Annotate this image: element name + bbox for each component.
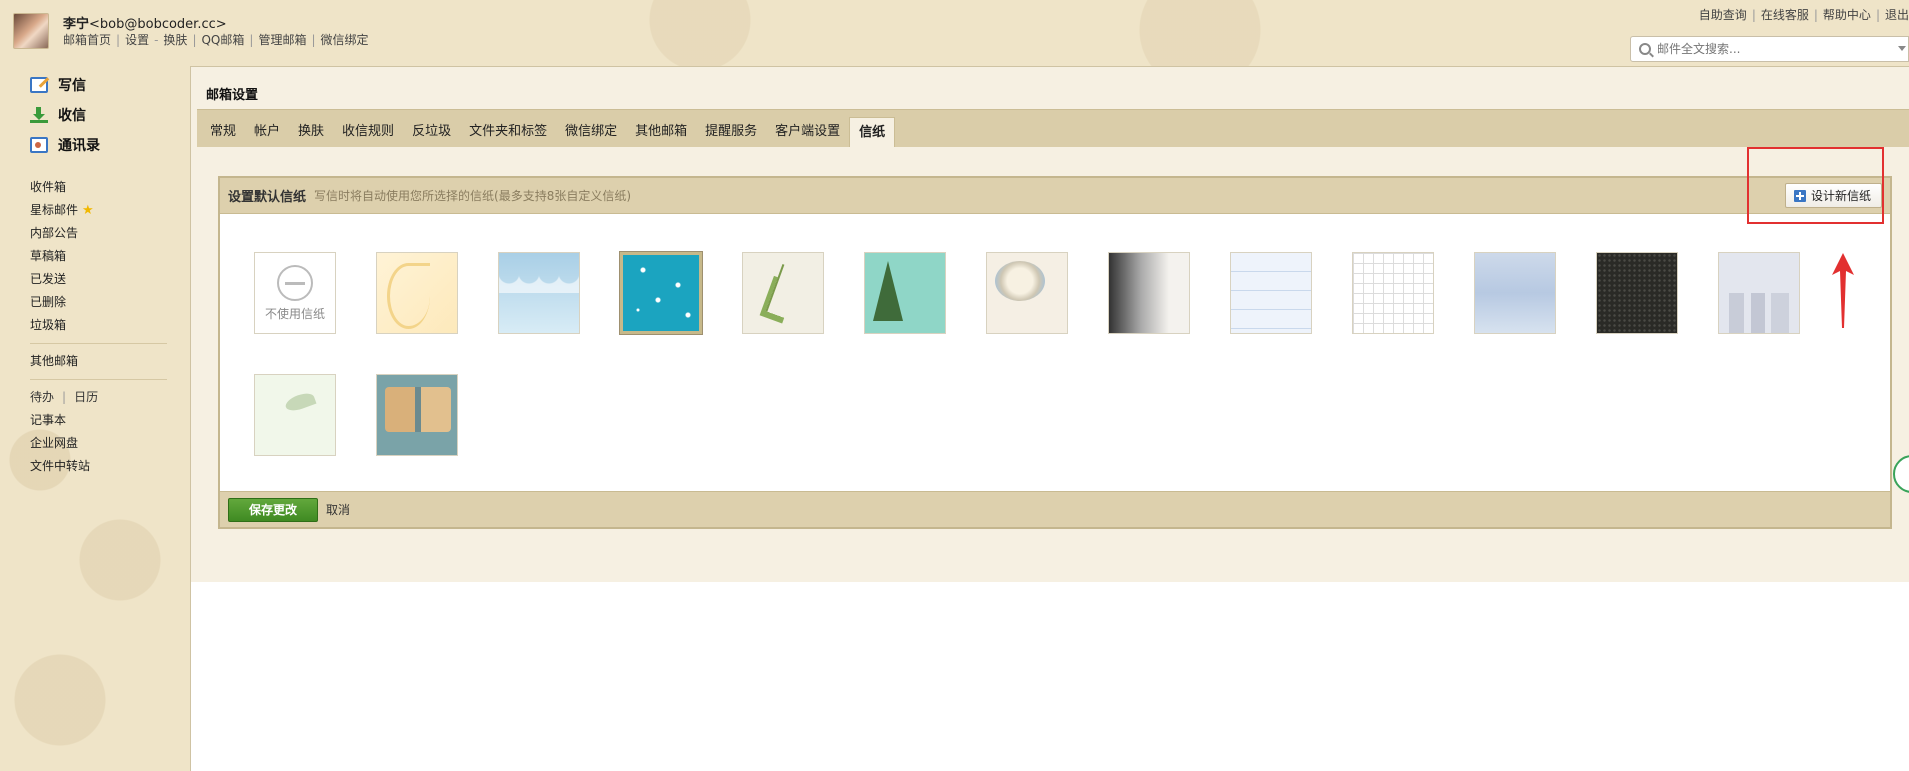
- sidebar-item-label: 星标邮件: [30, 203, 79, 217]
- box-header: 设置默认信纸 写信时将自动使用您所选择的信纸(最多支持8张自定义信纸) 设计新信…: [220, 178, 1890, 214]
- todo-calendar-links: 待办 | 日历: [30, 390, 99, 404]
- tab-wechat-bind[interactable]: 微信绑定: [556, 117, 626, 147]
- avatar[interactable]: [13, 13, 49, 49]
- no-stationery-label: 不使用信纸: [264, 306, 325, 321]
- sidebar-item-deleted[interactable]: 已删除: [0, 291, 190, 314]
- tab-other-mail[interactable]: 其他邮箱: [626, 117, 696, 147]
- download-icon: [30, 107, 48, 123]
- stationery-thumb-dumplings[interactable]: [986, 252, 1068, 334]
- link-self-service[interactable]: 自助查询: [1699, 8, 1747, 22]
- star-icon: ★: [82, 203, 94, 218]
- sidebar-item-sent[interactable]: 已发送: [0, 268, 190, 291]
- tab-general[interactable]: 常规: [201, 117, 245, 147]
- link-settings[interactable]: 设置: [125, 33, 149, 47]
- box-description: 写信时将自动使用您所选择的信纸(最多支持8张自定义信纸): [314, 189, 632, 203]
- user-name: 李宁: [63, 17, 90, 32]
- save-button[interactable]: 保存更改: [228, 497, 319, 522]
- stationery-thumb-smoke[interactable]: [1108, 252, 1190, 334]
- sidebar-divider: [30, 379, 167, 380]
- compose-label: 写信: [58, 78, 86, 94]
- sidebar-item-notes[interactable]: 记事本: [0, 409, 190, 432]
- inbox-button[interactable]: 收信: [0, 100, 190, 130]
- stationery-thumb-leaves[interactable]: [742, 252, 824, 334]
- sidebar-item-inbox[interactable]: 收件箱: [0, 176, 190, 199]
- sidebar-item-calendar[interactable]: 日历: [74, 390, 98, 404]
- box-title: 设置默认信纸: [228, 190, 307, 205]
- sidebar-divider: [30, 343, 167, 344]
- stationery-thumb-train[interactable]: [376, 374, 458, 456]
- sidebar: 写信 收信 通讯录 收件箱 星标邮件 ★ 内部公告 草稿箱 已发送 已删除 垃圾箱…: [0, 70, 190, 478]
- box-footer: 保存更改 取消: [220, 491, 1890, 527]
- link-skin[interactable]: 换肤: [163, 33, 187, 47]
- user-identity: 李宁<bob@bobcoder.cc>: [63, 13, 227, 32]
- link-wechat-bind[interactable]: 微信绑定: [321, 33, 369, 47]
- contacts-button[interactable]: 通讯录: [0, 130, 190, 160]
- page-title: 邮箱设置: [206, 88, 259, 103]
- link-logout[interactable]: 退出: [1885, 8, 1909, 22]
- arrow-up-icon: [1832, 253, 1854, 328]
- tab-anti-spam[interactable]: 反垃圾: [403, 117, 460, 147]
- stationery-thumb-bird[interactable]: [254, 374, 336, 456]
- stationery-thumb-snow[interactable]: [619, 251, 703, 335]
- sidebar-item-netdisk[interactable]: 企业网盘: [0, 432, 190, 455]
- stationery-thumb-lines[interactable]: [1230, 252, 1312, 334]
- stationery-thumb-tree[interactable]: [864, 252, 946, 334]
- stationery-thumb-city[interactable]: [1718, 252, 1800, 334]
- sidebar-item-starred[interactable]: 星标邮件 ★: [0, 199, 190, 222]
- tab-receive-rules[interactable]: 收信规则: [333, 117, 403, 147]
- stationery-thumb-swirl[interactable]: [376, 252, 458, 334]
- search-box[interactable]: [1630, 36, 1909, 62]
- settings-tabs: 常规 帐户 换肤 收信规则 反垃圾 文件夹和标签 微信绑定 其他邮箱 提醒服务 …: [197, 109, 1909, 147]
- tab-folders-labels[interactable]: 文件夹和标签: [460, 117, 556, 147]
- sidebar-item-todo[interactable]: 待办: [30, 390, 54, 404]
- search-input[interactable]: [1657, 42, 1857, 56]
- contacts-label: 通讯录: [58, 138, 100, 154]
- user-links: 邮箱首页 | 设置 - 换肤 | QQ邮箱 | 管理邮箱 | 微信绑定: [63, 33, 369, 47]
- sidebar-item-other-mail[interactable]: 其他邮箱: [0, 350, 190, 373]
- link-help-center[interactable]: 帮助中心: [1823, 8, 1871, 22]
- link-online-support[interactable]: 在线客服: [1761, 8, 1809, 22]
- link-manage-mail[interactable]: 管理邮箱: [258, 33, 306, 47]
- search-icon: [1639, 43, 1651, 55]
- stationery-thumb-hills[interactable]: [1474, 252, 1556, 334]
- user-email: <bob@bobcoder.cc>: [89, 17, 227, 32]
- tab-reminders[interactable]: 提醒服务: [696, 117, 766, 147]
- main-panel: 邮箱设置 常规 帐户 换肤 收信规则 反垃圾 文件夹和标签 微信绑定 其他邮箱 …: [190, 66, 1909, 771]
- sidebar-item-announcements[interactable]: 内部公告: [0, 222, 190, 245]
- tab-stationery[interactable]: 信纸: [849, 117, 896, 147]
- inbox-label: 收信: [58, 108, 86, 124]
- sidebar-item-spam[interactable]: 垃圾箱: [0, 314, 190, 337]
- stationery-thumb-dark[interactable]: [1596, 252, 1678, 334]
- compose-icon: [30, 77, 48, 93]
- folder-list: 收件箱 星标邮件 ★ 内部公告 草稿箱 已发送 已删除 垃圾箱 其他邮箱 待办 | 日…: [0, 176, 190, 478]
- compose-button[interactable]: 写信: [0, 70, 190, 100]
- top-header: 李宁<bob@bobcoder.cc> 邮箱首页 | 设置 - 换肤 | QQ邮箱 | 管理邮箱…: [0, 0, 1909, 62]
- tab-skin[interactable]: 换肤: [289, 117, 333, 147]
- tab-client-settings[interactable]: 客户端设置: [766, 117, 849, 147]
- no-entry-icon: [277, 264, 313, 301]
- highlight-box: [1747, 147, 1884, 224]
- contact-card-icon: [30, 137, 48, 153]
- settings-area: 邮箱设置 常规 帐户 换肤 收信规则 反垃圾 文件夹和标签 微信绑定 其他邮箱 …: [191, 67, 1909, 582]
- chevron-down-icon[interactable]: [1898, 46, 1906, 51]
- cancel-link[interactable]: 取消: [326, 501, 350, 518]
- sidebar-item-drafts[interactable]: 草稿箱: [0, 245, 190, 268]
- link-mail-home[interactable]: 邮箱首页: [63, 33, 111, 47]
- tab-account[interactable]: 帐户: [245, 117, 289, 147]
- stationery-settings-box: 设置默认信纸 写信时将自动使用您所选择的信纸(最多支持8张自定义信纸) 设计新信…: [218, 176, 1892, 529]
- top-right-links: 自助查询 | 在线客服 | 帮助中心 | 退出: [1698, 8, 1909, 22]
- stationery-thumb-grid[interactable]: [1352, 252, 1434, 334]
- stationery-thumb-clouds[interactable]: [498, 252, 580, 334]
- link-qq-mail[interactable]: QQ邮箱: [201, 33, 244, 47]
- stationery-thumb-none[interactable]: 不使用信纸: [254, 252, 336, 334]
- sidebar-item-transfer[interactable]: 文件中转站: [0, 455, 190, 478]
